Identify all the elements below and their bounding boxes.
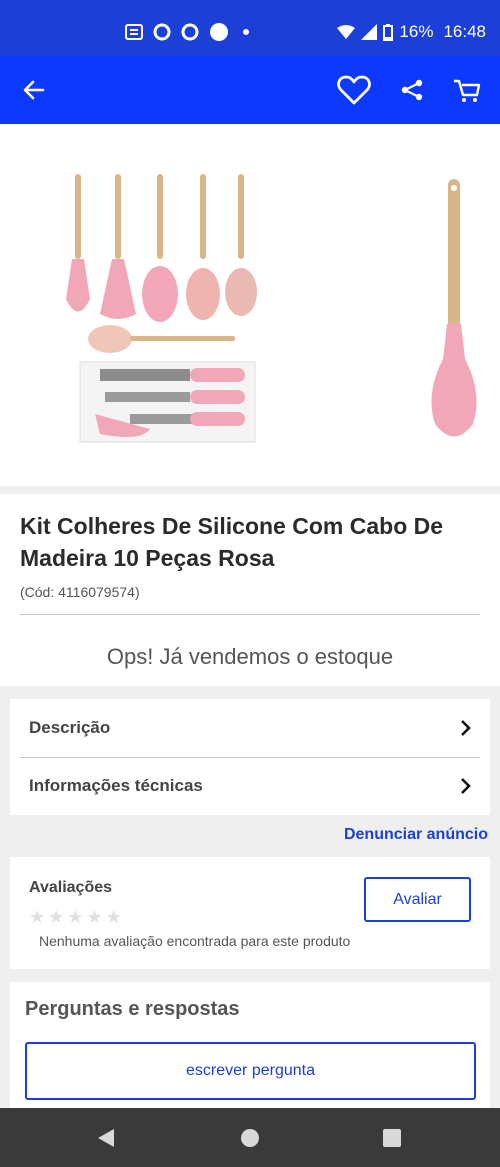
news-icon: [125, 24, 143, 40]
qa-section: Perguntas e respostas escrever pergunta: [10, 982, 490, 1112]
menu-item-label: Informações técnicas: [29, 776, 203, 795]
dot-icon: [243, 29, 249, 35]
product-code: (Cód: 4116079574): [20, 584, 140, 600]
wifi-icon: [337, 25, 356, 39]
star-icon: ★: [48, 907, 65, 927]
nav-back-button[interactable]: [76, 1108, 136, 1167]
report-listing-link[interactable]: Denunciar anúncio: [344, 826, 488, 844]
reviews-title: Avaliações: [29, 879, 113, 896]
divider: [20, 614, 480, 615]
favorite-button[interactable]: [334, 56, 374, 124]
rating-stars: ★ ★ ★ ★ ★: [29, 907, 122, 928]
product-image-gallery[interactable]: [0, 124, 500, 486]
status-right: 16% 16:48: [337, 22, 486, 42]
back-arrow-icon: [23, 80, 45, 100]
cart-icon: [454, 79, 481, 102]
signal-icon: [361, 24, 378, 40]
back-triangle-icon: [98, 1128, 114, 1147]
heart-icon: [337, 75, 371, 105]
status-bar: 16% 16:48: [0, 0, 500, 56]
recents-square-icon: [383, 1128, 401, 1147]
circle-outline-icon: [153, 23, 171, 41]
notification-icons: [125, 22, 253, 42]
menu-item-label: Descrição: [29, 718, 111, 737]
circle-outline-icon: [181, 23, 199, 41]
star-icon: ★: [29, 907, 46, 927]
write-question-button[interactable]: escrever pergunta: [25, 1042, 476, 1100]
battery-icon: [383, 23, 394, 41]
reviews-section: Avaliações ★ ★ ★ ★ ★ Nenhuma avaliação e…: [10, 857, 490, 969]
cart-button[interactable]: [447, 56, 487, 124]
share-button[interactable]: [392, 56, 432, 124]
product-image-kit: [66, 174, 257, 443]
menu-item-technical-info[interactable]: Informações técnicas: [10, 757, 490, 815]
home-circle-icon: [241, 1128, 259, 1147]
nav-home-button[interactable]: [220, 1108, 280, 1167]
menu-item-description[interactable]: Descrição: [10, 699, 490, 757]
no-reviews-message: Nenhuma avaliação encontrada para este p…: [39, 933, 351, 949]
system-nav-bar: [0, 1108, 500, 1167]
chevron-right-icon: [461, 778, 471, 794]
section-divider: [0, 486, 500, 494]
clock: 16:48: [443, 22, 486, 41]
chevron-right-icon: [461, 720, 471, 736]
product-image-spoon: [431, 179, 477, 437]
star-icon: ★: [86, 907, 103, 927]
battery-percent: 16%: [399, 22, 434, 41]
app-bar: [0, 56, 500, 124]
back-button[interactable]: [14, 56, 54, 124]
nav-recents-button[interactable]: [362, 1108, 422, 1167]
product-info: Kit Colheres De Silicone Com Cabo De Mad…: [0, 494, 500, 686]
circle-filled-icon: [210, 23, 228, 41]
rate-button[interactable]: Avaliar: [364, 877, 471, 922]
out-of-stock-message: Ops! Já vendemos o estoque: [106, 644, 394, 669]
star-icon: ★: [67, 907, 84, 927]
qa-title: Perguntas e respostas: [25, 998, 240, 1020]
share-icon: [401, 79, 423, 101]
star-icon: ★: [105, 907, 122, 927]
details-menu: Descrição Informações técnicas: [10, 699, 490, 815]
product-title: Kit Colheres De Silicone Com Cabo De Mad…: [20, 513, 444, 571]
